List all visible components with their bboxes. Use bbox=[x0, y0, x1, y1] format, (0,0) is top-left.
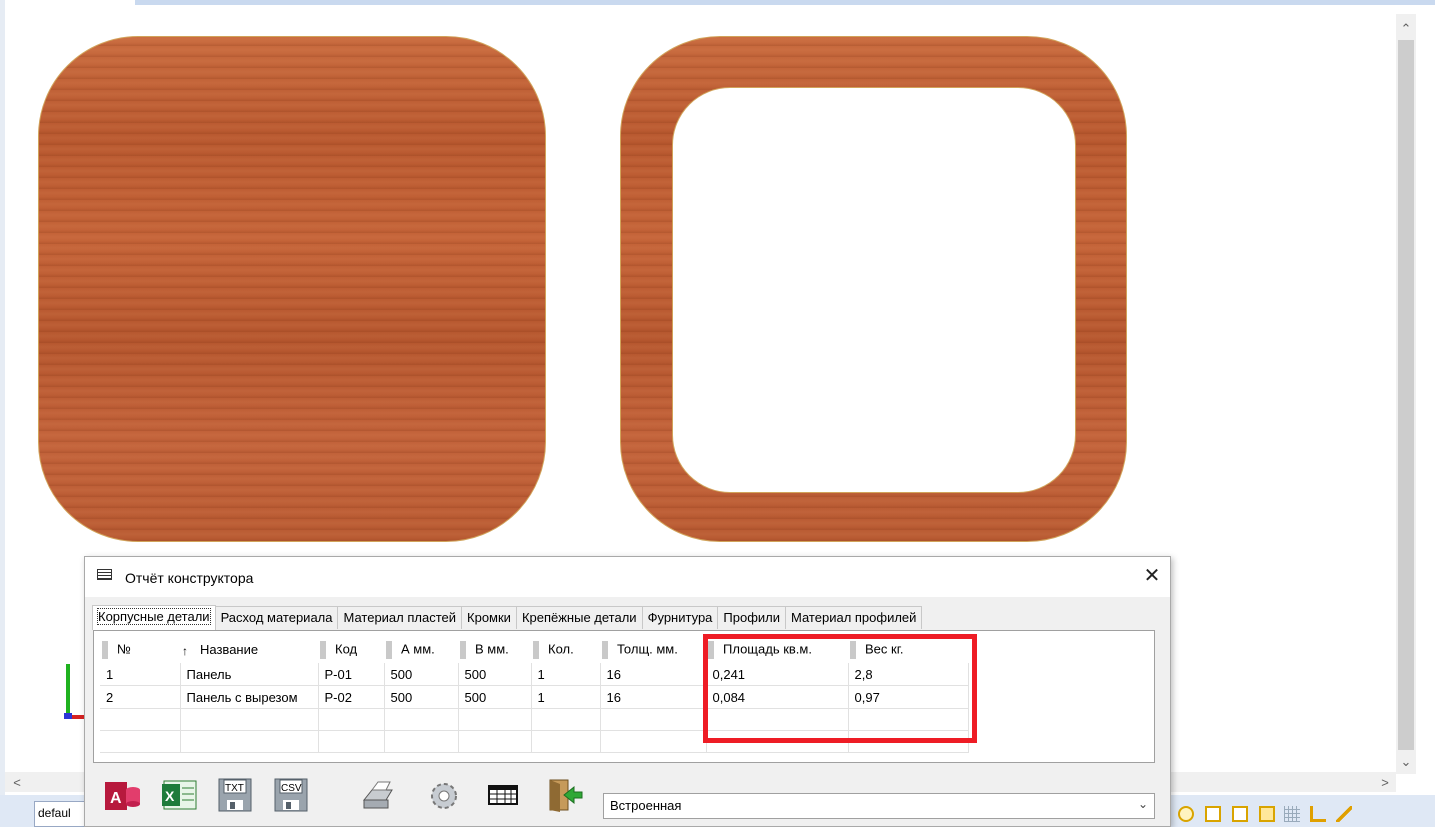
tab-fasteners[interactable]: Крепёжные детали bbox=[515, 606, 643, 629]
grid-icon[interactable] bbox=[1284, 806, 1300, 822]
column-header-thickness[interactable]: Толщ. мм. bbox=[600, 637, 706, 663]
view-side-icon[interactable] bbox=[1232, 806, 1248, 822]
scroll-up-arrow-icon[interactable]: ⌃ bbox=[1397, 22, 1415, 36]
viewport-left-border bbox=[0, 0, 5, 827]
panel-solid-shape[interactable] bbox=[38, 36, 546, 542]
svg-text:X: X bbox=[165, 788, 175, 804]
dialog-titlebar[interactable]: Отчёт конструктора ✕ bbox=[85, 557, 1170, 597]
dialog-title: Отчёт конструктора bbox=[125, 570, 254, 586]
scroll-right-arrow-icon[interactable]: > bbox=[1376, 776, 1394, 790]
view-front-icon[interactable] bbox=[1205, 806, 1221, 822]
cell-number: 2 bbox=[100, 685, 181, 709]
cell-thickness: 16 bbox=[600, 663, 707, 686]
axis-z-indicator bbox=[64, 713, 72, 719]
excel-export-icon[interactable]: X bbox=[160, 776, 198, 814]
svg-text:A: A bbox=[110, 790, 122, 807]
cell-quantity: 1 bbox=[531, 685, 601, 709]
table-row-empty bbox=[100, 708, 969, 731]
report-table-icon bbox=[97, 569, 112, 580]
scroll-left-arrow-icon[interactable]: < bbox=[8, 776, 26, 790]
column-header-number[interactable]: № bbox=[100, 637, 180, 663]
panel-cutout-hole bbox=[672, 87, 1076, 493]
parts-table-frame: № ↑ Название Код А мм. В мм. Кол. Толщ. м… bbox=[93, 630, 1155, 763]
ruler-icon[interactable] bbox=[1336, 806, 1352, 822]
cell-area: 0,241 bbox=[706, 663, 849, 686]
vertical-scrollbar-thumb[interactable] bbox=[1398, 40, 1414, 750]
view-top-icon[interactable] bbox=[1259, 806, 1275, 822]
cell-b-mm: 500 bbox=[458, 685, 532, 709]
access-export-icon[interactable]: A bbox=[104, 776, 142, 814]
column-header-quantity[interactable]: Кол. bbox=[531, 637, 600, 663]
exit-door-icon[interactable] bbox=[546, 776, 584, 814]
cell-weight: 0,97 bbox=[848, 685, 969, 709]
tab-profile-material[interactable]: Материал профилей bbox=[785, 606, 923, 629]
cell-number: 1 bbox=[100, 663, 181, 686]
tab-profiles[interactable]: Профили bbox=[717, 606, 787, 629]
cell-a-mm: 500 bbox=[384, 685, 459, 709]
axis-y-indicator bbox=[66, 664, 70, 716]
cell-area: 0,084 bbox=[706, 685, 849, 709]
column-header-b-mm[interactable]: В мм. bbox=[458, 637, 531, 663]
column-header-area[interactable]: Площадь кв.м. bbox=[706, 637, 848, 663]
ortho-icon[interactable] bbox=[1310, 806, 1326, 822]
table-header-row: № ↑ Название Код А мм. В мм. Кол. Толщ. м… bbox=[100, 637, 968, 663]
tab-material-usage[interactable]: Расход материала bbox=[214, 606, 339, 629]
tab-edges[interactable]: Кромки bbox=[461, 606, 517, 629]
table-row[interactable]: 1 Панель P-01 500 500 1 16 0,241 2,8 bbox=[100, 663, 969, 686]
snap-point-icon[interactable] bbox=[1178, 806, 1194, 822]
column-header-a-mm[interactable]: А мм. bbox=[384, 637, 458, 663]
scroll-down-arrow-icon[interactable]: ⌄ bbox=[1397, 755, 1415, 769]
table-row[interactable]: 2 Панель с вырезом P-02 500 500 1 16 0,0… bbox=[100, 685, 969, 709]
chevron-down-icon[interactable]: ⌄ bbox=[1138, 797, 1148, 811]
sort-ascending-icon: ↑ bbox=[182, 643, 188, 658]
cell-name: Панель с вырезом bbox=[180, 685, 319, 709]
csv-export-icon[interactable]: CSV bbox=[272, 776, 310, 814]
report-select-value: Встроенная bbox=[610, 798, 682, 813]
column-header-name[interactable]: ↑ Название bbox=[180, 637, 318, 663]
close-icon[interactable]: ✕ bbox=[1137, 563, 1167, 589]
report-tabs: Корпусные детали Расход материала Матери… bbox=[92, 605, 923, 630]
settings-gear-icon[interactable] bbox=[424, 776, 462, 814]
print-icon[interactable] bbox=[358, 776, 396, 814]
txt-export-icon[interactable]: TXT bbox=[216, 776, 254, 814]
cell-thickness: 16 bbox=[600, 685, 707, 709]
table-row-empty bbox=[100, 730, 969, 753]
cell-a-mm: 500 bbox=[384, 663, 459, 686]
cell-b-mm: 500 bbox=[458, 663, 532, 686]
txt-label: TXT bbox=[225, 783, 244, 794]
cell-code: P-02 bbox=[318, 685, 385, 709]
cell-name: Панель bbox=[180, 663, 319, 686]
tab-body-parts[interactable]: Корпусные детали bbox=[92, 605, 216, 630]
cell-weight: 2,8 bbox=[848, 663, 969, 686]
tab-hardware[interactable]: Фурнитура bbox=[641, 606, 719, 629]
cell-code: P-01 bbox=[318, 663, 385, 686]
csv-label: CSV bbox=[281, 783, 302, 794]
viewport-top-border bbox=[135, 0, 1435, 5]
column-header-code[interactable]: Код bbox=[318, 637, 384, 663]
cell-quantity: 1 bbox=[531, 663, 601, 686]
parts-table: № ↑ Название Код А мм. В мм. Кол. Толщ. м… bbox=[100, 637, 969, 753]
report-template-select[interactable]: Встроенная ⌄ bbox=[603, 793, 1155, 819]
tab-sheet-material[interactable]: Материал пластей bbox=[337, 606, 463, 629]
table-view-icon[interactable] bbox=[484, 776, 522, 814]
column-header-weight[interactable]: Вес кг. bbox=[848, 637, 968, 663]
